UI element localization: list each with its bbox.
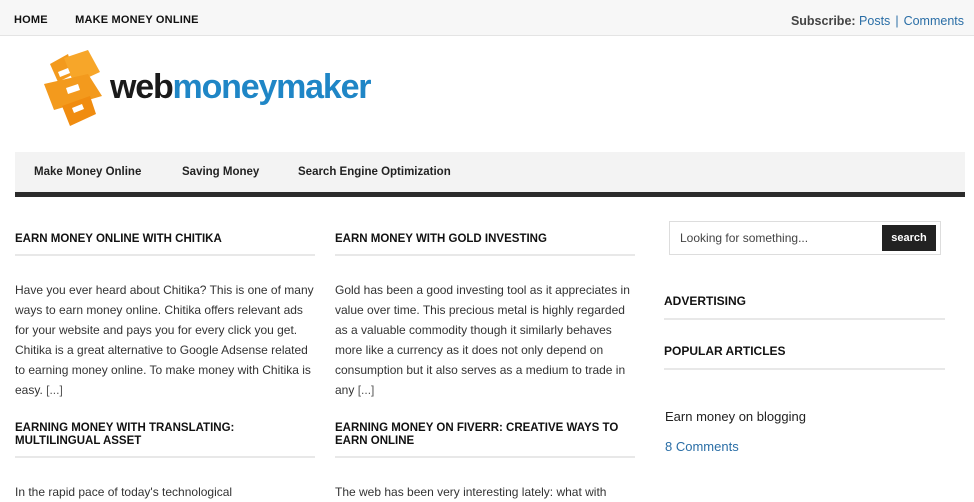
- advertising-widget-title: ADVERTISING: [664, 294, 945, 320]
- top-nav-make-money-online[interactable]: MAKE MONEY ONLINE: [75, 14, 199, 26]
- post-title[interactable]: EARN MONEY ONLINE WITH CHITIKA: [15, 233, 315, 256]
- post-card: EARN MONEY ONLINE WITH CHITIKA Have you …: [15, 233, 315, 400]
- read-more-link[interactable]: [...]: [46, 383, 63, 397]
- subscribe-posts-link[interactable]: Posts: [859, 14, 890, 28]
- read-more-link[interactable]: [...]: [358, 383, 375, 397]
- post-excerpt-text: The web has been very interesting lately…: [335, 485, 607, 499]
- popular-articles-title: POPULAR ARTICLES: [664, 344, 945, 370]
- top-nav-home[interactable]: HOME: [14, 14, 48, 26]
- subscribe-links: Subscribe: Posts | Comments: [791, 14, 964, 28]
- site-logo[interactable]: webmoneymaker: [44, 50, 404, 130]
- search-button[interactable]: search: [882, 225, 936, 251]
- post-excerpt: In the rapid pace of today's technologic…: [15, 482, 315, 502]
- post-excerpt-text: Gold has been a good investing tool as i…: [335, 283, 630, 397]
- search-input[interactable]: [671, 223, 876, 253]
- logo-word-web: web: [110, 68, 174, 106]
- logo-word-moneymaker: moneymaker: [172, 68, 372, 106]
- search-box: search: [669, 221, 941, 255]
- post-excerpt-text: In the rapid pace of today's technologic…: [15, 485, 233, 499]
- top-bar: HOME MAKE MONEY ONLINE Subscribe: Posts |…: [0, 0, 974, 36]
- subscribe-comments-link[interactable]: Comments: [904, 14, 964, 28]
- orange-chevron-logo-icon: [44, 50, 102, 126]
- nav-saving-money[interactable]: Saving Money: [182, 166, 259, 178]
- subscribe-label: Subscribe:: [790, 14, 856, 28]
- post-excerpt: Gold has been a good investing tool as i…: [335, 280, 635, 400]
- popular-article-comments-link[interactable]: 8 Comments: [665, 439, 739, 454]
- post-title[interactable]: EARNING MONEY WITH TRANSLATING: MULTILIN…: [15, 422, 315, 458]
- post-excerpt: Have you ever heard about Chitika? This …: [15, 280, 315, 400]
- logo-wordmark: webmoneymaker: [110, 68, 372, 107]
- subscribe-separator: |: [895, 14, 899, 28]
- popular-article-link[interactable]: Earn money on blogging: [665, 409, 806, 424]
- post-excerpt-text: Have you ever heard about Chitika? This …: [15, 283, 314, 397]
- post-excerpt: The web has been very interesting lately…: [335, 482, 635, 502]
- top-nav: HOME MAKE MONEY ONLINE: [14, 14, 223, 26]
- post-card: EARNING MONEY WITH TRANSLATING: MULTILIN…: [15, 422, 315, 502]
- post-card: EARN MONEY WITH GOLD INVESTING Gold has …: [335, 233, 635, 400]
- nav-make-money-online[interactable]: Make Money Online: [34, 166, 141, 178]
- post-title[interactable]: EARN MONEY WITH GOLD INVESTING: [335, 233, 635, 256]
- nav-search-engine-optimization[interactable]: Search Engine Optimization: [298, 166, 451, 178]
- post-card: EARNING MONEY ON FIVERR: CREATIVE WAYS T…: [335, 422, 635, 502]
- main-nav: Make Money Online Saving Money Search En…: [15, 152, 965, 197]
- post-title[interactable]: EARNING MONEY ON FIVERR: CREATIVE WAYS T…: [335, 422, 635, 458]
